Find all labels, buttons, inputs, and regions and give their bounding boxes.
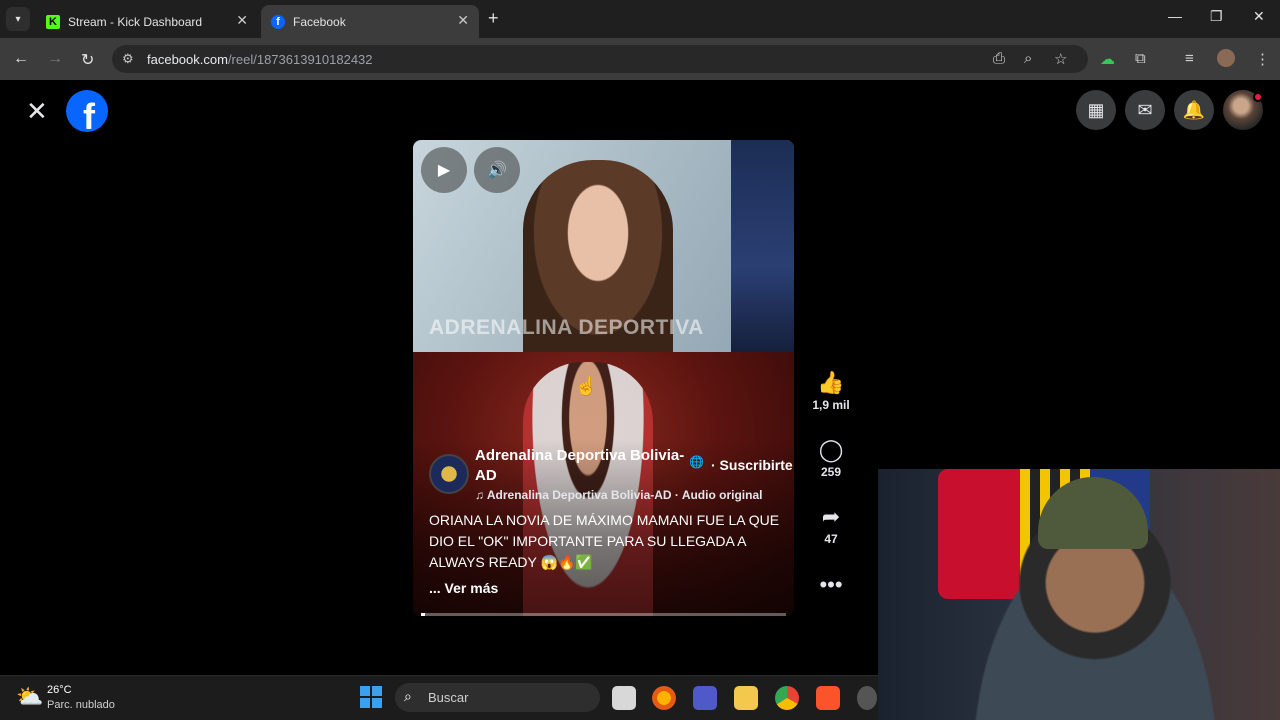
chrome-icon[interactable] xyxy=(775,686,799,710)
more-options-button[interactable]: ••• xyxy=(808,572,854,598)
file-explorer-icon[interactable] xyxy=(734,686,758,710)
minimize-icon[interactable]: — xyxy=(1168,8,1182,24)
share-button[interactable]: ➦ 47 xyxy=(808,504,854,546)
notification-dot xyxy=(1253,92,1263,102)
bookmark-star-icon[interactable]: ☆ xyxy=(1054,50,1067,68)
search-icon: ⌕ xyxy=(404,688,412,704)
brave-icon[interactable] xyxy=(816,686,840,710)
tab-title: Stream - Kick Dashboard xyxy=(68,14,203,29)
reel-caption: ORIANA LA NOVIA DE MÁXIMO MAMANI FUE LA … xyxy=(429,512,780,570)
play-button[interactable]: ▶ xyxy=(421,147,467,193)
close-tab-icon[interactable]: ✕ xyxy=(457,12,469,29)
volume-button[interactable]: 🔊 xyxy=(474,147,520,193)
install-app-icon[interactable]: ⎙ xyxy=(993,50,1005,67)
play-icon: ▶ xyxy=(437,162,451,179)
tab-search-button[interactable]: ▾ xyxy=(6,7,30,31)
background-panel xyxy=(731,140,794,352)
firefox-icon[interactable] xyxy=(652,686,676,710)
share-count: 47 xyxy=(824,532,838,546)
more-dots-icon: ••• xyxy=(819,572,843,597)
reel-video[interactable]: ADRENALINA DEPORTIVA ▶ 🔊 ☝ Adrenalina De… xyxy=(413,140,794,616)
weather-temperature[interactable]: 26°C xyxy=(47,684,72,696)
video-progress-bar[interactable] xyxy=(421,613,786,616)
video-frame-top: ADRENALINA DEPORTIVA xyxy=(413,140,794,352)
zoom-icon[interactable]: ⌕ xyxy=(1024,50,1032,67)
tab-title: Facebook xyxy=(293,14,346,29)
comment-button[interactable]: ◯ 259 xyxy=(808,437,854,479)
menu-grid-icon[interactable]: ▦ xyxy=(1076,90,1116,130)
restore-icon[interactable]: ❐ xyxy=(1210,8,1223,25)
tab-kick-dashboard[interactable]: K Stream - Kick Dashboard ✕ xyxy=(36,5,258,38)
back-arrow-icon[interactable]: ← xyxy=(13,50,29,68)
weather-cloud-sun-icon[interactable]: ⛅ xyxy=(16,684,43,710)
taskbar-search-placeholder: Buscar xyxy=(428,690,469,705)
facebook-favicon-icon: f xyxy=(271,14,285,29)
extension-cloud-icon[interactable]: ☁ xyxy=(1100,50,1115,68)
page-name-link[interactable]: Adrenalina Deportiva Bolivia-AD xyxy=(475,446,690,486)
task-view-icon[interactable] xyxy=(612,686,636,710)
chevron-down-icon: ▾ xyxy=(15,13,21,25)
globe-icon: 🌐 xyxy=(689,455,704,469)
weather-condition[interactable]: Parc. nublado xyxy=(47,699,115,711)
site-info-icon[interactable]: ⚙ xyxy=(122,51,134,67)
tab-facebook[interactable]: f Facebook ✕ xyxy=(261,5,479,38)
new-tab-button[interactable]: + xyxy=(488,8,499,29)
subscribe-button[interactable]: · Suscribirte xyxy=(711,457,793,473)
webcam-overlay xyxy=(878,469,1280,720)
forward-arrow-icon[interactable]: → xyxy=(47,50,63,68)
close-reel-icon[interactable]: ✕ xyxy=(26,98,48,124)
page-avatar[interactable] xyxy=(429,454,469,494)
profile-avatar-icon[interactable] xyxy=(1217,49,1235,67)
media-control-icon[interactable]: ≡ xyxy=(1185,50,1194,67)
mouse-cursor-icon: ☝ xyxy=(575,376,598,396)
see-more-link[interactable]: ... Ver más xyxy=(429,580,498,596)
audio-link[interactable]: ♫ Adrenalina Deportiva Bolivia-AD · Audi… xyxy=(475,488,762,502)
browser-tab-bar: ▾ K Stream - Kick Dashboard ✕ f Facebook… xyxy=(0,0,1280,38)
comment-bubble-icon: ◯ xyxy=(818,437,844,462)
url-text[interactable]: facebook.com/reel/1873613910182432 xyxy=(147,52,373,67)
taskbar-search[interactable] xyxy=(395,683,600,712)
watermark-text: ADRENALINA DEPORTIVA xyxy=(429,316,704,339)
comment-count: 259 xyxy=(820,465,842,479)
extensions-puzzle-icon[interactable]: ⧉ xyxy=(1135,50,1146,67)
menu-dots-icon[interactable]: ⋮ xyxy=(1255,50,1270,68)
close-tab-icon[interactable]: ✕ xyxy=(236,12,248,29)
notifications-bell-icon[interactable]: 🔔 xyxy=(1174,90,1214,130)
reload-icon[interactable]: ↻ xyxy=(81,50,94,70)
speaker-icon: 🔊 xyxy=(487,162,507,179)
app-icon[interactable] xyxy=(857,686,877,710)
teams-icon[interactable] xyxy=(693,686,717,710)
window-close-icon[interactable]: ✕ xyxy=(1253,8,1265,25)
facebook-logo[interactable]: f xyxy=(66,90,108,132)
messenger-icon[interactable]: ✉ xyxy=(1125,90,1165,130)
thumbs-up-icon: 👍 xyxy=(817,370,845,395)
like-button[interactable]: 👍 1,9 mil xyxy=(808,370,854,412)
kick-icon: K xyxy=(46,14,60,29)
share-arrow-icon: ➦ xyxy=(821,504,841,529)
windows-start-icon[interactable] xyxy=(360,686,382,708)
like-count: 1,9 mil xyxy=(812,398,850,412)
progress-fill xyxy=(421,613,425,616)
